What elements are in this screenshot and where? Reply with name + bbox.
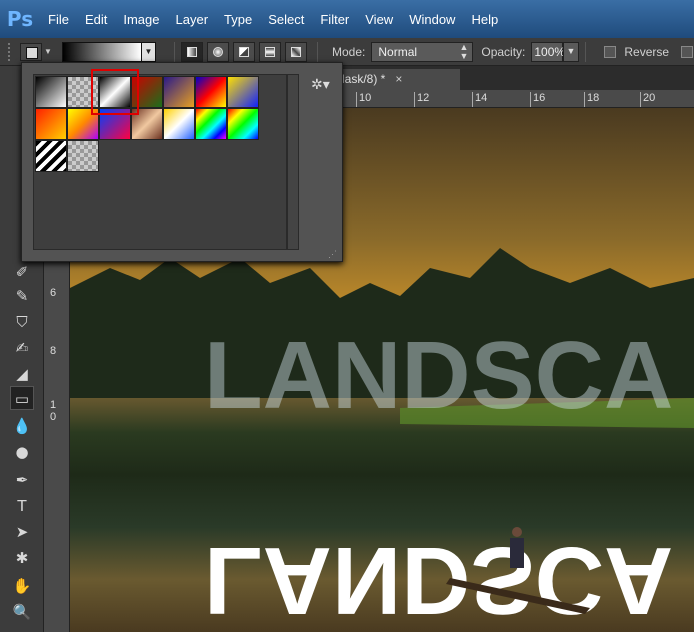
fisherman [510, 538, 524, 568]
gear-icon[interactable]: ✲▾ [311, 77, 330, 93]
brush-icon[interactable]: ✎ [10, 284, 34, 308]
dodge-icon[interactable]: ● [10, 440, 34, 464]
menu-view[interactable]: View [365, 12, 393, 27]
gradient-swatch[interactable] [163, 76, 195, 108]
tool-preset-picker[interactable] [20, 42, 42, 61]
ruler-tick: 10 [356, 92, 371, 107]
gradient-swatch[interactable] [195, 108, 227, 140]
clone-stamp-icon[interactable]: ⛉ [10, 310, 34, 334]
eraser-icon[interactable]: ◢ [10, 362, 34, 386]
menu-file[interactable]: File [48, 12, 69, 27]
angle-gradient-button[interactable] [233, 41, 255, 62]
custom-shape-icon[interactable]: ✱ [10, 546, 34, 570]
gradient-swatch-grid [33, 74, 287, 250]
mode-value: Normal [378, 44, 418, 59]
close-icon[interactable]: × [395, 72, 402, 86]
panel-scrollbar[interactable] [287, 74, 299, 250]
reverse-label: Reverse [624, 44, 670, 59]
radial-gradient-button[interactable] [207, 41, 229, 62]
gradient-picker-arrow[interactable]: ▼ [142, 41, 156, 62]
blur-icon[interactable]: 💧 [10, 414, 34, 438]
gradient-swatch[interactable] [163, 108, 195, 140]
history-brush-icon-2[interactable]: ✍ [10, 336, 34, 360]
divider [585, 41, 587, 62]
gradient-swatch[interactable] [227, 108, 259, 140]
photoshop-logo: Ps [6, 7, 34, 31]
gradient-tool-icon[interactable]: ▭ [10, 386, 34, 410]
ruler-tick: 6 [50, 287, 57, 299]
path-selection-icon[interactable]: ➤ [10, 520, 34, 544]
menu-select[interactable]: Select [268, 12, 304, 27]
gradient-swatch[interactable] [35, 108, 67, 140]
divider [174, 41, 175, 62]
opacity-arrow[interactable]: ▼ [563, 41, 580, 62]
gradient-swatch[interactable] [195, 76, 227, 108]
document-title: lask/8) * [342, 72, 386, 86]
history-brush-icon[interactable]: ✐ [10, 260, 34, 284]
linear-gradient-button[interactable] [181, 41, 203, 62]
ruler-tick: 20 [640, 92, 655, 107]
chevron-down-icon[interactable]: ▼ [44, 47, 52, 56]
chevron-down-icon: ▼ [566, 45, 576, 56]
dither-checkbox[interactable] [681, 45, 694, 58]
ruler-tick: 12 [414, 92, 429, 107]
mode-select[interactable]: Normal ▲ ▼ [371, 41, 474, 62]
divider [317, 41, 318, 62]
options-grip[interactable] [8, 42, 14, 61]
ruler-tick: 16 [530, 92, 545, 107]
reflected-gradient-button[interactable] [259, 41, 281, 62]
gradient-preview[interactable] [62, 41, 142, 62]
menu-type[interactable]: Type [224, 12, 252, 27]
ruler-tick: 8 [50, 345, 57, 357]
opacity-field[interactable]: 100% [531, 41, 566, 62]
ruler-tick: 1 [50, 399, 57, 411]
ruler-tick: 14 [472, 92, 487, 107]
menu-window[interactable]: Window [409, 12, 455, 27]
selected-swatch-highlight [91, 69, 139, 115]
diamond-gradient-button[interactable] [285, 41, 307, 62]
hand-icon[interactable]: ✋ [10, 574, 34, 598]
menu-bar: Ps File Edit Image Layer Type Select Fil… [0, 0, 694, 38]
menu-filter[interactable]: Filter [320, 12, 349, 27]
zoom-icon[interactable]: 🔍 [10, 600, 34, 624]
opacity-label: Opacity: [481, 44, 526, 59]
document-tab[interactable]: lask/8) * × [340, 69, 460, 90]
type-tool-icon[interactable]: T [10, 494, 34, 518]
gradient-picker-panel: ✲▾ ⋰ [21, 62, 343, 262]
menu-layer[interactable]: Layer [176, 12, 209, 27]
ruler-tick: 18 [584, 92, 599, 107]
mode-label: Mode: [332, 44, 366, 59]
menu-image[interactable]: Image [123, 12, 159, 27]
menu-help[interactable]: Help [471, 12, 498, 27]
resize-grip-icon[interactable]: ⋰ [328, 249, 337, 260]
opacity-value: 100% [534, 44, 566, 59]
gradient-swatch[interactable] [35, 76, 67, 108]
menu-edit[interactable]: Edit [85, 12, 107, 27]
gradient-swatch[interactable] [67, 140, 99, 172]
stepper-icon: ▲ ▼ [459, 41, 469, 61]
ruler-tick: 0 [50, 411, 57, 423]
fisherman-head [512, 527, 522, 537]
landscape-text-reflected: LANDSCA [204, 527, 673, 632]
landscape-text-shadow: LANDSCA [204, 322, 673, 429]
reverse-checkbox[interactable] [604, 45, 617, 58]
pen-icon[interactable]: ✒ [10, 468, 34, 492]
gradient-swatch[interactable] [35, 140, 67, 172]
gradient-swatch[interactable] [227, 76, 259, 108]
